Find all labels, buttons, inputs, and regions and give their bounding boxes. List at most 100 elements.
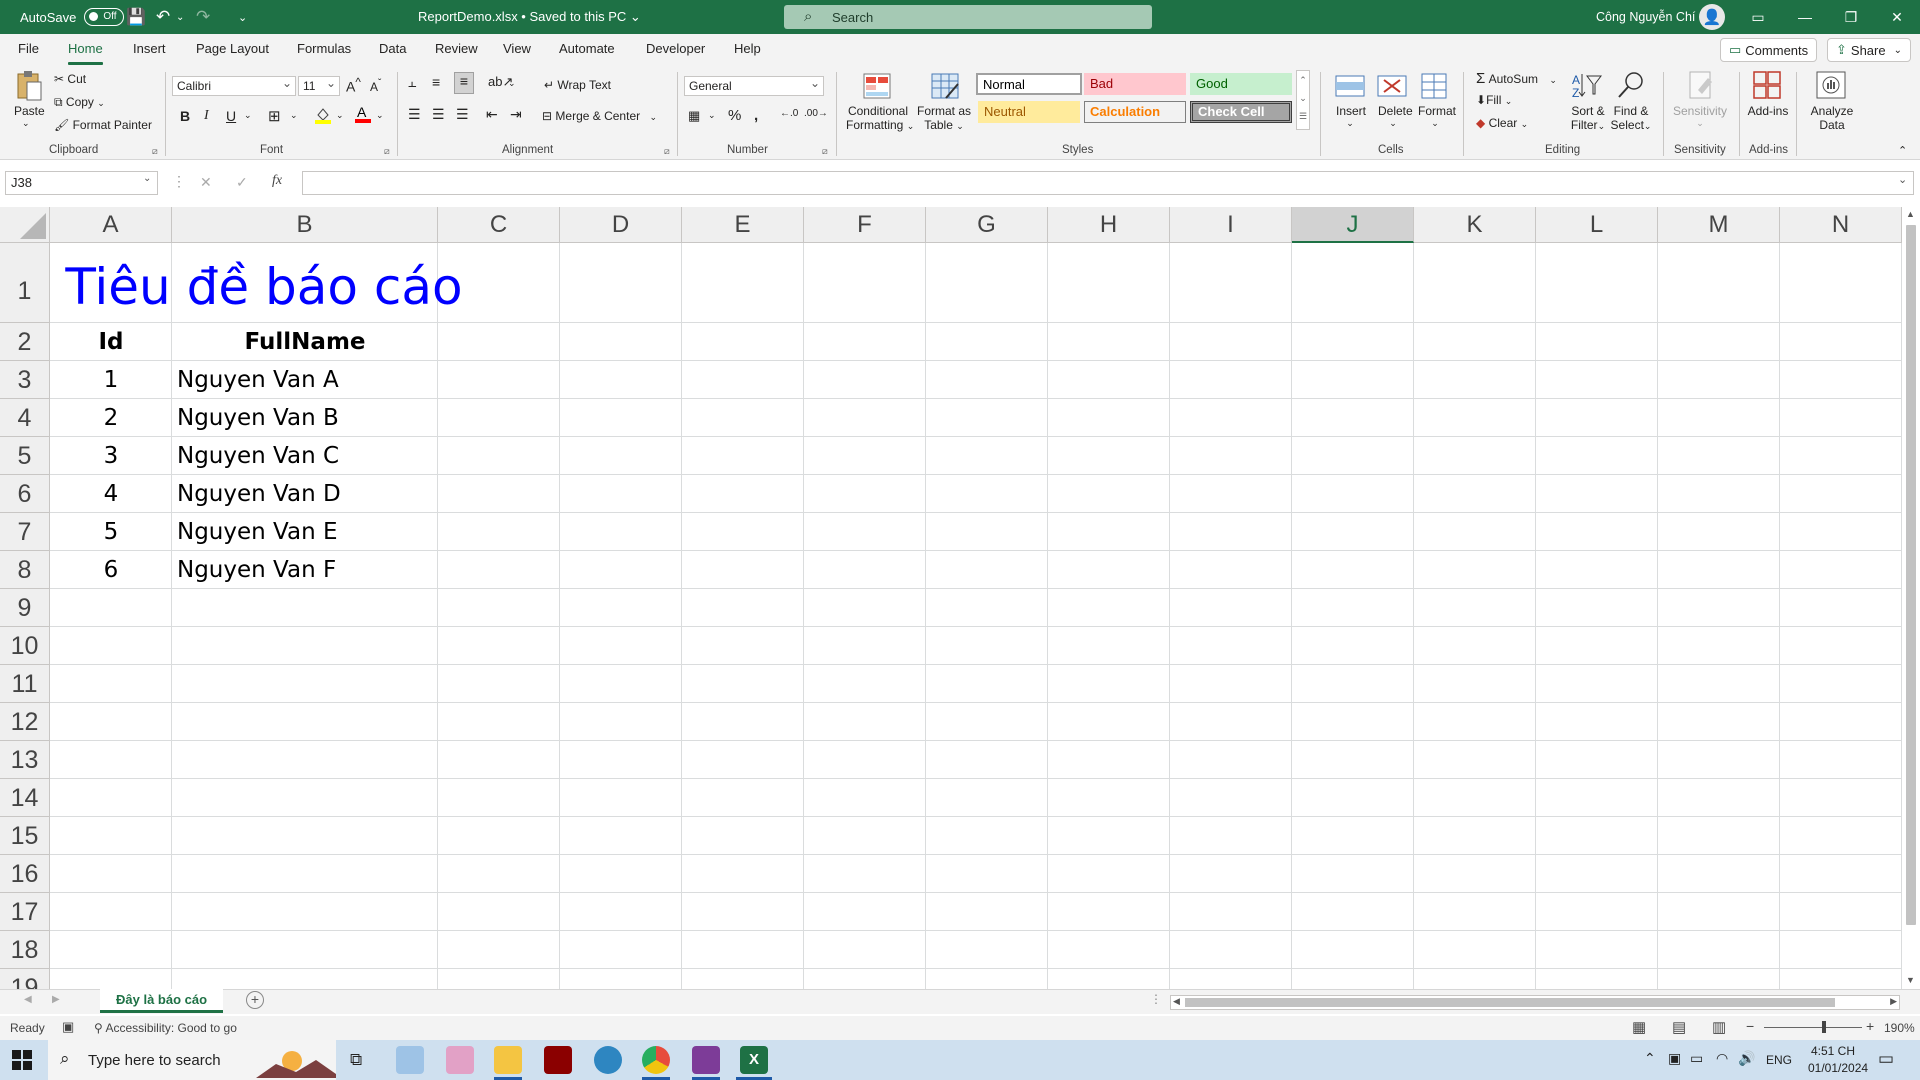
tab-data[interactable]: Data [379,41,406,56]
fullname-cell[interactable]: Nguyen Van D [177,475,438,513]
zoom-out-icon[interactable]: − [1746,1018,1754,1034]
merge-dropdown-icon[interactable]: ⌄ [649,112,657,122]
tab-file[interactable]: File [18,41,39,56]
fill-color-dropdown-icon[interactable]: ⌄ [336,110,344,121]
style-calculation[interactable]: Calculation [1084,101,1186,123]
notifications-icon[interactable]: ▭ [1878,1049,1894,1069]
row-header-1[interactable]: 1 [0,243,50,323]
id-cell[interactable]: 6 [50,551,172,589]
user-name[interactable]: Công Nguyễn Chí [1596,0,1695,34]
file-explorer-icon[interactable] [494,1046,522,1074]
scroll-down-icon[interactable]: ▼ [1906,975,1915,985]
battery-icon[interactable]: ▭ [1690,1050,1703,1067]
header-fullname-cell[interactable]: FullName [172,323,438,361]
row-header-3[interactable]: 3 [0,361,50,399]
align-bottom-icon[interactable]: ≡ [454,72,474,94]
style-neutral[interactable]: Neutral [978,101,1080,123]
row-header-13[interactable]: 13 [0,741,50,779]
find-select-icon[interactable] [1616,70,1646,103]
increase-indent-icon[interactable]: ⇥ [510,106,522,123]
horizontal-scroll-thumb[interactable] [1185,998,1835,1007]
column-header-h[interactable]: H [1048,207,1170,243]
add-sheet-icon[interactable]: + [246,991,264,1009]
wifi-icon[interactable]: ◠ [1716,1050,1728,1067]
next-sheet-icon[interactable]: ▶ [52,994,60,1005]
save-icon[interactable]: 💾 [126,0,146,34]
row-header-15[interactable]: 15 [0,817,50,855]
add-ins-button[interactable]: Add-ins [1746,104,1790,118]
italic-icon[interactable]: I [204,108,209,124]
edge-icon[interactable] [594,1046,622,1074]
customize-qat-icon[interactable]: ⌄ [238,0,247,34]
app-icon-1[interactable] [396,1046,424,1074]
column-header-m[interactable]: M [1658,207,1780,243]
row-header-5[interactable]: 5 [0,437,50,475]
clock[interactable]: 4:51 CH 01/01/2024 [1808,1044,1868,1075]
underline-icon[interactable]: U [226,108,236,124]
column-header-c[interactable]: C [438,207,560,243]
format-cells-button[interactable]: Format ⌄ [1418,104,1456,129]
restore-icon[interactable]: ❐ [1828,0,1874,34]
tab-home[interactable]: Home [68,41,103,65]
font-name-combo[interactable]: Calibri [172,74,296,96]
tab-split-handle[interactable]: ⋮ [1150,992,1162,1006]
insert-cells-icon[interactable] [1334,72,1366,103]
align-left-icon[interactable]: ☰ [408,106,421,123]
delete-cells-icon[interactable] [1376,72,1408,103]
align-center-icon[interactable]: ☰ [432,106,445,123]
column-header-b[interactable]: B [172,207,438,243]
search-box[interactable]: ⌕ Search [784,5,1152,29]
scroll-up-icon[interactable]: ▲ [1906,209,1915,219]
row-header-11[interactable]: 11 [0,665,50,703]
fill-color-icon[interactable] [314,106,332,127]
document-title[interactable]: ReportDemo.xlsx • Saved to this PC ⌄ [418,0,641,34]
id-cell[interactable]: 4 [50,475,172,513]
user-avatar[interactable]: 👤 [1699,0,1725,34]
borders-dropdown-icon[interactable]: ⌄ [290,110,298,121]
column-header-l[interactable]: L [1536,207,1658,243]
format-cells-icon[interactable] [1418,72,1450,103]
chrome-icon[interactable] [642,1046,670,1074]
column-header-k[interactable]: K [1414,207,1536,243]
row-header-12[interactable]: 12 [0,703,50,741]
fill-button[interactable]: ⬇Fill ⌄ [1476,93,1512,107]
column-header-i[interactable]: I [1170,207,1292,243]
copy-dropdown-icon[interactable]: ⌄ [97,98,105,108]
format-as-table-icon[interactable] [930,72,960,103]
sheet-tab-active[interactable]: Đây là báo cáo [100,989,224,1013]
insert-cells-button[interactable]: Insert ⌄ [1336,104,1366,129]
column-header-j[interactable]: J [1292,207,1414,243]
zoom-slider-thumb[interactable] [1822,1021,1826,1033]
decrease-indent-icon[interactable]: ⇤ [486,106,498,123]
macro-record-icon[interactable]: ▣ [62,1019,74,1035]
column-header-a[interactable]: A [50,207,172,243]
analyze-data-button[interactable]: Analyze Data [1808,104,1856,132]
column-header-g[interactable]: G [926,207,1048,243]
increase-font-icon[interactable]: A^ [346,76,361,95]
fullname-cell[interactable]: Nguyen Van A [177,361,438,399]
tab-review[interactable]: Review [435,41,478,56]
percent-icon[interactable]: % [728,107,741,124]
style-good[interactable]: Good [1190,73,1292,95]
tab-view[interactable]: View [503,41,531,56]
id-cell[interactable]: 5 [50,513,172,551]
clipboard-launcher-icon[interactable]: ⧄ [152,146,158,157]
header-id-cell[interactable]: Id [50,323,172,361]
comments-button[interactable]: ▭ Comments [1720,38,1818,62]
app-icon-4[interactable] [544,1046,572,1074]
row-header-4[interactable]: 4 [0,399,50,437]
number-format-combo[interactable]: General [684,74,824,96]
autosave-toggle[interactable]: Off [84,8,125,26]
select-all-corner[interactable] [0,207,50,243]
zoom-in-icon[interactable]: + [1866,1018,1874,1034]
row-header-14[interactable]: 14 [0,779,50,817]
undo-dropdown-icon[interactable]: ⌄ [176,0,184,34]
styles-gallery-scroll[interactable]: ⌃ ⌄ ☰ [1296,70,1310,130]
wrap-text-button[interactable]: ↵ Wrap Text [544,78,611,92]
fullname-cell[interactable]: Nguyen Van C [177,437,438,475]
conditional-formatting-button[interactable]: Conditional Formatting ⌄ [846,104,914,132]
prev-sheet-icon[interactable]: ◀ [24,994,32,1005]
share-button[interactable]: ⇪ Share ⌄ [1827,38,1911,62]
column-header-n[interactable]: N [1780,207,1902,243]
windows-start-icon[interactable] [12,1050,32,1075]
